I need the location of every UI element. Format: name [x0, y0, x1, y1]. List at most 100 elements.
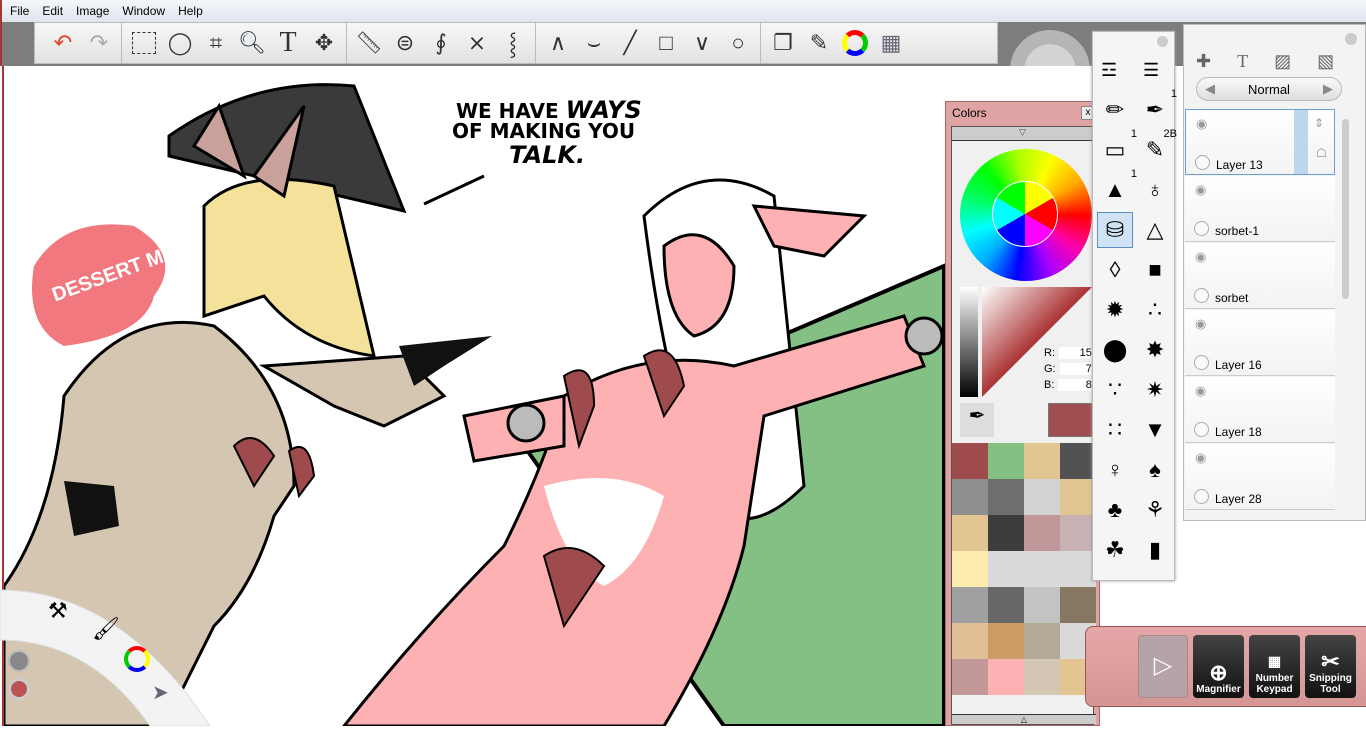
brush-fan-brush-icon[interactable]: ⚘: [1137, 492, 1173, 528]
visibility-eye-icon[interactable]: ◉: [1195, 450, 1206, 466]
marker-brush-icon[interactable]: ✏: [1097, 92, 1133, 128]
number-keypad-button[interactable]: ▦ Number Keypad: [1249, 635, 1300, 698]
splatter-dots-brush-icon[interactable]: ∴: [1137, 292, 1173, 328]
chisel-marker-brush-icon[interactable]: ▼: [1137, 412, 1173, 448]
polyline-icon[interactable]: ∨: [684, 25, 720, 61]
curve-icon[interactable]: ⌣: [576, 25, 612, 61]
layer-item[interactable]: ◉ Layer 13 ⇕ ☖: [1185, 109, 1335, 175]
hard-eraser-brush-icon[interactable]: ■: [1137, 252, 1173, 288]
panel-close-icon[interactable]: [1157, 36, 1168, 47]
panel-close-icon[interactable]: [1345, 33, 1357, 45]
layer-scrollbar[interactable]: [1342, 119, 1349, 299]
collapse-toggle[interactable]: ▽: [952, 127, 1093, 141]
undo-icon[interactable]: ↶: [45, 25, 81, 61]
smudge-brush-icon[interactable]: △: [1137, 212, 1173, 248]
brush-list-icon[interactable]: ☰: [1143, 60, 1159, 81]
menu-help[interactable]: Help: [178, 4, 203, 18]
splatter-fine-brush-icon[interactable]: ✷: [1137, 372, 1173, 408]
next-blend-icon[interactable]: ▶: [1323, 81, 1333, 97]
text-icon[interactable]: T: [270, 25, 306, 61]
add-image-icon[interactable]: ▨: [1274, 51, 1291, 72]
blob-gray-brush-icon[interactable]: ✸: [1137, 332, 1173, 368]
visibility-eye-icon[interactable]: ◉: [1196, 116, 1207, 132]
palette-swatch[interactable]: [1024, 623, 1060, 659]
layer-item[interactable]: ◉ sorbet-1: [1185, 176, 1335, 242]
straight-line-icon[interactable]: ╱: [612, 25, 648, 61]
layer-item[interactable]: ◉ sorbet: [1185, 243, 1335, 309]
dots-brush-icon[interactable]: ∷: [1097, 412, 1133, 448]
ellipse-guide-icon[interactable]: ⊜: [387, 25, 423, 61]
blend-mode-selector[interactable]: ◀ Normal ▶: [1196, 77, 1342, 101]
rect-select-icon[interactable]: [126, 25, 162, 61]
french-curve-icon[interactable]: ∮: [423, 25, 459, 61]
brush-round-brush-icon[interactable]: ♠: [1137, 452, 1173, 488]
brush-soft-brush-icon[interactable]: ☘: [1097, 532, 1133, 568]
opacity-slider[interactable]: [1294, 110, 1308, 174]
prev-blend-icon[interactable]: ◀: [1205, 81, 1215, 97]
expand-toggle[interactable]: △: [952, 714, 1096, 724]
pencil-brush-icon[interactable]: ✎ 2B: [1137, 128, 1177, 168]
zoom-icon[interactable]: [8, 650, 30, 672]
select-arrow-icon[interactable]: ➤: [152, 680, 169, 705]
brush-wide-brush-icon[interactable]: ▮: [1137, 532, 1173, 568]
visibility-eye-icon[interactable]: ◉: [1195, 182, 1206, 198]
magnifier-button[interactable]: ⊕ Magnifier: [1193, 635, 1244, 698]
snipping-tool-button[interactable]: ✂ Snipping Tool: [1305, 635, 1356, 698]
palette-swatch[interactable]: [952, 623, 988, 659]
ruler-icon[interactable]: 📏︎: [351, 25, 387, 61]
lasso-icon[interactable]: ◯: [162, 25, 198, 61]
hue-triangle-picker[interactable]: [992, 181, 1058, 247]
eraser-brush-icon[interactable]: ▭ 1: [1097, 128, 1137, 168]
freehand-line-icon[interactable]: ∧: [540, 25, 576, 61]
clear-layer-icon[interactable]: ▧: [1317, 51, 1334, 72]
expand-button[interactable]: ▷: [1138, 635, 1188, 698]
palette-swatch[interactable]: [1024, 587, 1060, 623]
visibility-eye-icon[interactable]: ◉: [1195, 383, 1206, 399]
layer-select-radio[interactable]: [1194, 355, 1209, 370]
tools-icon[interactable]: ⚒: [48, 598, 68, 624]
palette-swatch[interactable]: [952, 479, 988, 515]
palette-swatch[interactable]: [988, 623, 1024, 659]
palette-swatch[interactable]: [1060, 515, 1096, 551]
color-icon[interactable]: [124, 646, 150, 672]
blob-brush-icon[interactable]: ⬤: [1097, 332, 1133, 368]
move-layer-icon[interactable]: ⇕: [1314, 116, 1324, 130]
lock-icon[interactable]: ☖: [1316, 146, 1327, 160]
palette-swatch[interactable]: [988, 443, 1024, 479]
crop-icon[interactable]: ⌗: [198, 25, 234, 61]
water-drop-brush-icon[interactable]: ◊: [1097, 252, 1133, 288]
layer-select-radio[interactable]: [1194, 288, 1209, 303]
palette-swatch[interactable]: [1024, 659, 1060, 695]
current-color-swatch[interactable]: [1048, 403, 1094, 437]
palette-swatch[interactable]: [1060, 479, 1096, 515]
visibility-eye-icon[interactable]: ◉: [1195, 316, 1206, 332]
color-wheel-icon[interactable]: [837, 25, 873, 61]
layer-select-radio[interactable]: [1194, 221, 1209, 236]
palette-swatch[interactable]: [1024, 515, 1060, 551]
brush-small-brush-icon[interactable]: ♀: [1097, 452, 1133, 488]
palette-swatch[interactable]: [1060, 551, 1096, 587]
palette-swatch[interactable]: [1024, 443, 1060, 479]
palette-swatch[interactable]: [988, 659, 1024, 695]
palette-swatch[interactable]: [988, 515, 1024, 551]
brush-icon[interactable]: 🖌︎: [92, 616, 120, 642]
circle-icon[interactable]: ○: [720, 25, 756, 61]
palette-swatch[interactable]: [1024, 479, 1060, 515]
palette-swatch[interactable]: [952, 443, 988, 479]
palette-swatch[interactable]: [988, 479, 1024, 515]
visibility-eye-icon[interactable]: ◉: [1195, 249, 1206, 265]
palette-swatch[interactable]: [988, 587, 1024, 623]
palette-swatch[interactable]: [952, 515, 988, 551]
palette-swatch[interactable]: [952, 587, 988, 623]
menu-edit[interactable]: Edit: [42, 4, 63, 18]
rectangle-icon[interactable]: □: [648, 25, 684, 61]
menu-image[interactable]: Image: [76, 4, 109, 18]
zoom-icon[interactable]: 🔍︎: [234, 25, 270, 61]
copy-layers-icon[interactable]: ❐: [765, 25, 801, 61]
record-icon[interactable]: [8, 678, 30, 700]
palette-swatch[interactable]: [1060, 587, 1096, 623]
layer-item[interactable]: ◉ Layer 18: [1185, 377, 1335, 443]
fill-bucket-brush-icon[interactable]: ⛁: [1097, 212, 1133, 248]
palette-swatch[interactable]: [952, 551, 988, 587]
brushes-icon[interactable]: ✎: [801, 25, 837, 61]
